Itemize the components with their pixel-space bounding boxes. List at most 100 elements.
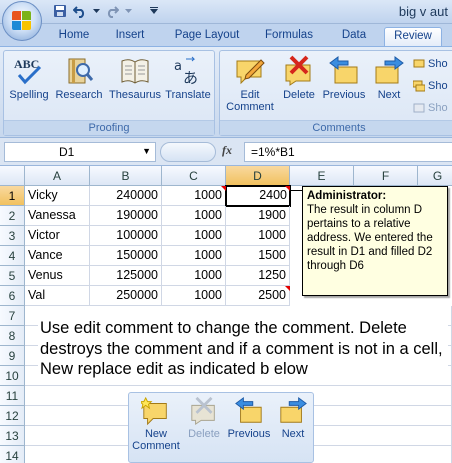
- show-ink-button[interactable]: Sho: [413, 102, 448, 114]
- cell-b2[interactable]: 190000: [90, 206, 162, 226]
- row-header-3[interactable]: 3: [0, 226, 25, 246]
- cell-a5[interactable]: Venus: [25, 266, 90, 286]
- thesaurus-button[interactable]: Thesaurus: [106, 55, 164, 101]
- row-header-10[interactable]: 10: [0, 366, 25, 386]
- previous-label: Previous: [322, 89, 366, 101]
- row-header-7[interactable]: 7: [0, 306, 25, 326]
- cell-a2[interactable]: Vanessa: [25, 206, 90, 226]
- column-header-f[interactable]: F: [354, 166, 418, 186]
- row-header-6[interactable]: 6: [0, 286, 25, 306]
- instruction-text: Use edit comment to change the comment. …: [38, 318, 448, 380]
- mini-previous-label: Previous: [227, 428, 271, 440]
- cell-d6[interactable]: 2500: [226, 286, 290, 306]
- column-header-g[interactable]: G: [418, 166, 452, 186]
- mini-next-button[interactable]: Next: [273, 396, 313, 440]
- delete-comment-icon: [283, 55, 315, 87]
- spelling-button[interactable]: ABC Spelling: [6, 55, 52, 101]
- ink-small-icon: [413, 102, 425, 114]
- redo-dropdown-icon[interactable]: [124, 3, 132, 19]
- cell-a4[interactable]: Vance: [25, 246, 90, 266]
- quick-access-toolbar: [46, 3, 162, 19]
- tab-formulas[interactable]: Formulas: [256, 27, 322, 46]
- undo-dropdown-icon[interactable]: [92, 3, 100, 19]
- cell-c2[interactable]: 1000: [162, 206, 226, 226]
- insert-function-icon[interactable]: fx: [222, 143, 232, 158]
- title-bar: big v aut: [0, 0, 452, 24]
- cell-d5[interactable]: 1250: [226, 266, 290, 286]
- cell-b4[interactable]: 150000: [90, 246, 162, 266]
- tab-review[interactable]: Review: [384, 27, 442, 46]
- office-button[interactable]: [2, 1, 42, 41]
- mini-delete-icon: [189, 396, 219, 426]
- save-icon[interactable]: [52, 3, 68, 19]
- mini-previous-button[interactable]: Previous: [225, 396, 273, 440]
- new-comment-button[interactable]: New Comment: [131, 396, 181, 452]
- translate-button[interactable]: aあ Translate: [162, 55, 214, 101]
- undo-icon[interactable]: [72, 3, 88, 19]
- show-hide-comment-button[interactable]: Sho: [413, 58, 448, 70]
- row-header-1[interactable]: 1: [0, 186, 25, 206]
- column-header-d[interactable]: D: [226, 166, 290, 186]
- cell-d2[interactable]: 1900: [226, 206, 290, 226]
- cell-c6[interactable]: 1000: [162, 286, 226, 306]
- comment-indicator-c1: [221, 186, 226, 191]
- edit-comment-button[interactable]: Edit Comment: [224, 55, 276, 113]
- row-header-5[interactable]: 5: [0, 266, 25, 286]
- row-header-4[interactable]: 4: [0, 246, 25, 266]
- new-comment-label-line1: New: [144, 428, 167, 440]
- research-button[interactable]: Research: [54, 55, 104, 101]
- column-header-e[interactable]: E: [290, 166, 354, 186]
- tab-insert[interactable]: Insert: [104, 27, 156, 46]
- formula-bar-buttons: [160, 142, 216, 162]
- ribbon: ABC Spelling Research Thesaurus aあ Trans…: [0, 46, 452, 138]
- cell-b5[interactable]: 125000: [90, 266, 162, 286]
- mini-next-icon: [278, 396, 308, 426]
- cell-b6[interactable]: 250000: [90, 286, 162, 306]
- comments-group-label: Comments: [220, 120, 452, 135]
- tab-page-layout[interactable]: Page Layout: [162, 27, 252, 46]
- row-header-13[interactable]: 13: [0, 426, 25, 446]
- cell-d1[interactable]: 2400: [225, 185, 291, 207]
- thesaurus-label: Thesaurus: [109, 89, 161, 101]
- cell-a6[interactable]: Val: [25, 286, 90, 306]
- cell-d4[interactable]: 1500: [226, 246, 290, 266]
- row-header-14[interactable]: 14: [0, 446, 25, 463]
- translate-icon: aあ: [172, 55, 204, 87]
- row-header-11[interactable]: 11: [0, 386, 25, 406]
- cell-c3[interactable]: 1000: [162, 226, 226, 246]
- previous-comment-button[interactable]: Previous: [320, 55, 368, 101]
- next-comment-button[interactable]: Next: [368, 55, 410, 101]
- comment-small-icon: [413, 58, 425, 70]
- tab-home[interactable]: Home: [48, 27, 100, 46]
- cell-c1[interactable]: 1000: [162, 186, 226, 206]
- row-header-9[interactable]: 9: [0, 346, 25, 366]
- cell-a3[interactable]: Victor: [25, 226, 90, 246]
- column-header-c[interactable]: C: [162, 166, 226, 186]
- cell-a1[interactable]: Vicky: [25, 186, 90, 206]
- svg-text:a: a: [174, 59, 182, 74]
- row-header-2[interactable]: 2: [0, 206, 25, 226]
- new-comment-label-line2: Comment: [132, 440, 180, 452]
- delete-comment-button[interactable]: Delete: [278, 55, 320, 101]
- cell-c4[interactable]: 1000: [162, 246, 226, 266]
- row-header-12[interactable]: 12: [0, 406, 25, 426]
- select-all-corner[interactable]: [0, 166, 25, 186]
- column-header-a[interactable]: A: [25, 166, 90, 186]
- customize-icon[interactable]: [146, 3, 162, 19]
- redo-icon[interactable]: [104, 3, 120, 19]
- show-all-comments-button[interactable]: Sho: [412, 80, 448, 92]
- comment-connector: [291, 190, 302, 191]
- cell-d3[interactable]: 1000: [226, 226, 290, 246]
- mini-delete-button[interactable]: Delete: [183, 396, 225, 440]
- cell-c5[interactable]: 1000: [162, 266, 226, 286]
- cell-b1[interactable]: 240000: [90, 186, 162, 206]
- formula-input[interactable]: =1%*B1: [244, 142, 452, 162]
- name-box[interactable]: D1 ▼: [4, 142, 156, 162]
- tab-data[interactable]: Data: [328, 27, 380, 46]
- mini-delete-label: Delete: [188, 428, 220, 440]
- chevron-down-icon[interactable]: ▼: [142, 146, 151, 156]
- cell-comment-popup[interactable]: Administrator: The result in column D pe…: [302, 186, 448, 296]
- cell-b3[interactable]: 100000: [90, 226, 162, 246]
- column-header-b[interactable]: B: [90, 166, 162, 186]
- row-header-8[interactable]: 8: [0, 326, 25, 346]
